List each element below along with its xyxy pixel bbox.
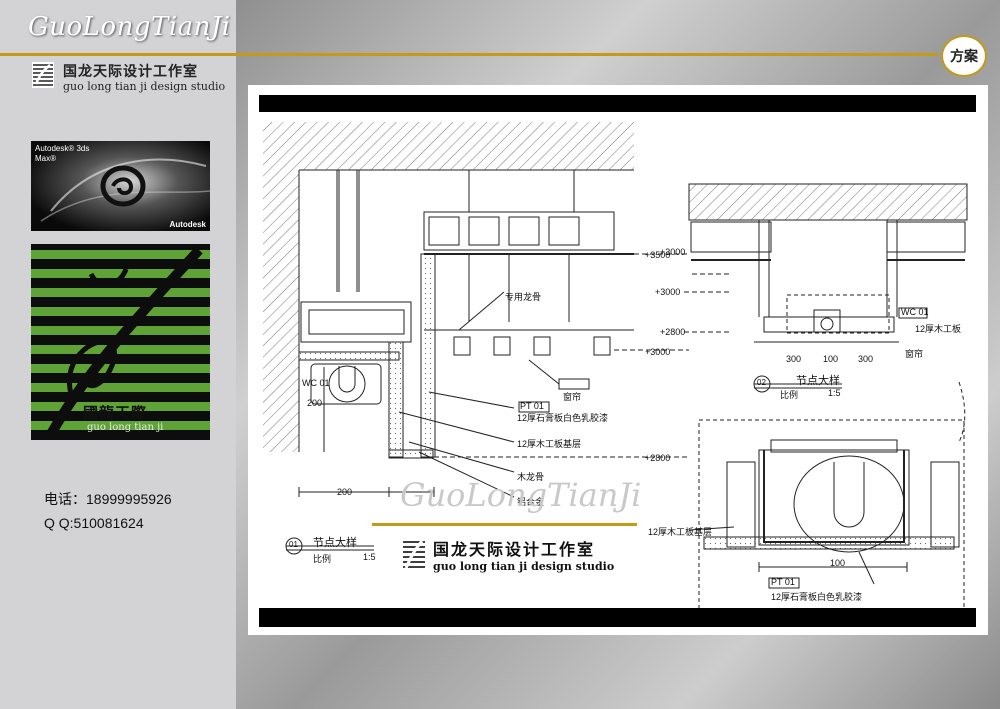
stamp-gold-line bbox=[372, 523, 637, 526]
drawing-top-bar bbox=[259, 95, 976, 112]
dim-100-a: 100 bbox=[823, 354, 839, 364]
level-mark-4: +2800 bbox=[645, 453, 671, 463]
note-gypsum: 12厚石膏板白色乳胶漆 bbox=[517, 413, 609, 423]
level-mark-6: +3000 bbox=[660, 247, 686, 257]
tag-wc-01: WC 01 bbox=[302, 378, 330, 388]
stamp-studio-cn: 国龙天际设计工作室 bbox=[433, 542, 596, 559]
studio-logo-icon bbox=[32, 62, 54, 88]
gold-divider bbox=[0, 53, 938, 56]
detail-01-scale-label: 比例 bbox=[313, 554, 332, 564]
dim-300-b: 300 bbox=[858, 354, 874, 364]
autodesk-vendor-label: Autodesk bbox=[169, 220, 206, 229]
autodesk-3dsmax-card: Autodesk® 3ds Max® Autodesk bbox=[31, 141, 210, 231]
brand-script-logo: GuoLongTianJi bbox=[28, 12, 231, 42]
logo-card-cn: 國龍天際 bbox=[83, 405, 148, 422]
stamp-studio-en: guo long tian ji design studio bbox=[433, 560, 615, 573]
note-curtain: 窗帘 bbox=[563, 392, 582, 402]
detail-02-scale: 1:5 bbox=[828, 388, 841, 398]
studio-name-en: guo long tian ji design studio bbox=[63, 80, 226, 93]
dim-200-a: 200 bbox=[337, 487, 353, 497]
drawing-bottom-bar bbox=[259, 608, 976, 627]
stamp-script-logo: GuoLongTianJi bbox=[400, 476, 642, 514]
detail-02-scale-label: 比例 bbox=[780, 390, 799, 400]
level-mark-5: +2800 bbox=[660, 327, 686, 337]
scheme-badge: 方案 bbox=[941, 35, 987, 77]
detail-02-number: 02 bbox=[757, 378, 766, 387]
level-mark-3: +3000 bbox=[655, 287, 681, 297]
detail-01-scale: 1:5 bbox=[363, 552, 376, 562]
dim-300-a: 300 bbox=[786, 354, 802, 364]
note-plywood-base: 12厚木工板基层 bbox=[517, 439, 582, 449]
detail-01-number: 01 bbox=[289, 540, 298, 549]
detail-02-title: 节点大样 bbox=[796, 375, 840, 387]
note-curtain-b: 窗帘 bbox=[905, 349, 924, 359]
detail-01-title: 节点大样 bbox=[313, 537, 357, 549]
stamp-logo-icon bbox=[402, 538, 426, 572]
tag-wc-01-b: WC 01 bbox=[901, 307, 929, 317]
logo-card-en: guo long tian ji bbox=[87, 422, 164, 433]
contact-qq: Q Q:510081624 bbox=[44, 515, 144, 531]
level-mark-2: +3000 bbox=[645, 347, 671, 357]
contact-phone: 电话：18999995926 bbox=[44, 491, 172, 507]
autodesk-product-label: Autodesk® 3ds Max® bbox=[35, 144, 90, 163]
tag-pt-01-b: PT 01 bbox=[771, 577, 795, 587]
dim-200-b: 200 bbox=[307, 398, 323, 408]
guolong-logo-card: 國龍天際 guo long tian ji bbox=[31, 244, 210, 440]
note-plywood: 12厚木工板 bbox=[915, 324, 962, 334]
studio-name-cn: 国龙天际设计工作室 bbox=[63, 63, 198, 79]
note-gypsum-b: 12厚石膏板白色乳胶漆 bbox=[771, 592, 863, 602]
note-plywood-base-b: 12厚木工板基层 bbox=[648, 527, 713, 537]
dim-100-b: 100 bbox=[830, 558, 846, 568]
tag-pt-01: PT 01 bbox=[520, 401, 544, 411]
note-keel: 专用龙骨 bbox=[505, 292, 542, 302]
